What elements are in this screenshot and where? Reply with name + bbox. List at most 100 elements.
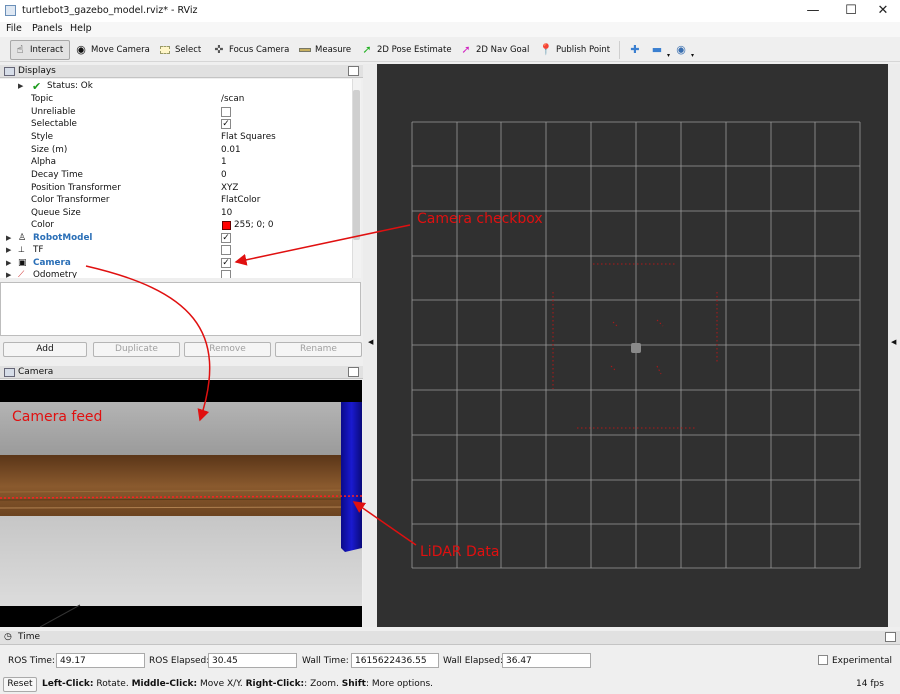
add-button[interactable]: Add: [3, 342, 87, 357]
expand-arrow-icon[interactable]: ▶: [6, 246, 11, 254]
unreliable-checkbox[interactable]: [221, 107, 231, 117]
ros-time-field[interactable]: 49.17: [56, 653, 145, 668]
property-value[interactable]: XYZ: [221, 183, 238, 193]
property-value[interactable]: 0.01: [221, 145, 241, 155]
property-row[interactable]: Decay Time 0: [0, 169, 352, 182]
location-pin-icon: 📍: [539, 43, 553, 56]
remove-button[interactable]: Remove: [184, 342, 271, 357]
experimental-label: Experimental: [832, 656, 893, 666]
pose-estimate-tool[interactable]: ➚ 2D Pose Estimate: [358, 40, 455, 60]
color-swatch[interactable]: [222, 221, 231, 230]
menu-help[interactable]: Help: [70, 23, 92, 34]
view-tool-button[interactable]: ◉ ▾: [672, 40, 697, 60]
property-value[interactable]: 1: [221, 157, 227, 167]
axes-icon: ⊥: [18, 245, 25, 254]
property-row[interactable]: Selectable ✓: [0, 118, 352, 131]
minus-icon: ▬: [651, 43, 663, 56]
add-tool-button[interactable]: ✚: [626, 40, 644, 60]
nav-goal-tool[interactable]: ➚ 2D Nav Goal: [457, 40, 532, 60]
property-value[interactable]: FlatColor: [221, 195, 260, 205]
ros-elapsed-field[interactable]: 30.45: [208, 653, 297, 668]
rename-button[interactable]: Rename: [275, 342, 362, 357]
expand-arrow-icon[interactable]: ▶: [6, 234, 11, 242]
expand-arrow-icon[interactable]: ▶: [18, 82, 23, 90]
odometry-checkbox[interactable]: [221, 270, 231, 278]
property-row[interactable]: Color 255; 0; 0: [0, 219, 352, 232]
property-row[interactable]: Topic/scan: [0, 93, 352, 106]
undock-button[interactable]: [885, 632, 896, 642]
remove-tool-button[interactable]: ▬ ▾: [648, 40, 673, 60]
time-title: Time: [18, 632, 41, 642]
property-value[interactable]: /scan: [221, 94, 244, 104]
property-key: Color Transformer: [31, 195, 110, 205]
menu-file[interactable]: File: [6, 23, 22, 34]
experimental-checkbox[interactable]: [818, 655, 828, 665]
app-icon: [5, 5, 16, 16]
property-value[interactable]: 255; 0; 0: [234, 220, 274, 230]
property-key: Queue Size: [31, 208, 81, 218]
display-item-odometry[interactable]: ▶ ⟋ Odometry: [0, 269, 352, 278]
time-panel: ROS Time: 49.17 ROS Elapsed: 30.45 Wall …: [0, 645, 900, 675]
help-middle-click-desc: Move X/Y.: [197, 679, 246, 689]
focus-camera-label: Focus Camera: [229, 45, 290, 55]
tf-checkbox[interactable]: [221, 245, 231, 255]
property-row[interactable]: Alpha 1: [0, 156, 352, 169]
property-key: Unreliable: [31, 107, 76, 117]
property-key: Style: [31, 132, 54, 142]
toolbar: ☝ Interact ◉ Move Camera Select ✜ Focus …: [0, 37, 900, 62]
display-item-tf[interactable]: ▶ ⊥ TF: [0, 244, 352, 257]
focus-camera-tool[interactable]: ✜ Focus Camera: [210, 40, 292, 60]
displays-panel-header: Displays: [0, 65, 363, 78]
selectable-checkbox[interactable]: ✓: [221, 119, 231, 129]
title-bar: turtlebot3_gazebo_model.rviz* - RViz — ☐…: [0, 0, 900, 22]
property-row[interactable]: Color Transformer FlatColor: [0, 194, 352, 207]
duplicate-button[interactable]: Duplicate: [93, 342, 180, 357]
status-row[interactable]: ▶ ✔ Status: Ok: [0, 80, 352, 93]
property-value[interactable]: 0: [221, 170, 227, 180]
minimize-button[interactable]: —: [794, 0, 832, 22]
collapse-right-icon[interactable]: ◀: [891, 338, 896, 346]
robotmodel-checkbox[interactable]: ✓: [221, 233, 231, 243]
left-splitter[interactable]: ◀: [363, 64, 377, 627]
menu-panels[interactable]: Panels: [32, 23, 63, 34]
property-row[interactable]: Style Flat Squares: [0, 131, 352, 144]
display-item-label: Odometry: [33, 270, 78, 278]
expand-arrow-icon[interactable]: ▶: [6, 259, 11, 267]
property-value[interactable]: 10: [221, 208, 232, 218]
help-left-click: Left-Click:: [42, 679, 94, 689]
select-tool[interactable]: Select: [156, 40, 204, 60]
reset-button[interactable]: Reset: [3, 677, 37, 692]
close-button[interactable]: ✕: [864, 0, 900, 22]
green-arrow-icon: ➚: [362, 43, 372, 56]
pink-arrow-icon: ➚: [461, 43, 471, 56]
publish-point-label: Publish Point: [556, 45, 611, 55]
camera-checkbox[interactable]: ✓: [221, 258, 231, 268]
ruler-icon: [299, 44, 311, 56]
hand-icon: ☝: [16, 43, 24, 56]
wall-elapsed-field[interactable]: 36.47: [502, 653, 591, 668]
undock-button[interactable]: [348, 367, 359, 377]
property-value[interactable]: Flat Squares: [221, 132, 276, 142]
measure-tool[interactable]: Measure: [296, 40, 354, 60]
ros-elapsed-label: ROS Elapsed:: [149, 656, 210, 666]
right-splitter[interactable]: ◀: [888, 64, 900, 627]
property-key: Selectable: [31, 119, 77, 129]
collapse-left-icon[interactable]: ◀: [368, 338, 373, 346]
wall-time-field[interactable]: 1615622436.55: [351, 653, 439, 668]
undock-button[interactable]: [348, 66, 359, 76]
property-key: Position Transformer: [31, 183, 121, 193]
scrollbar-thumb[interactable]: [353, 90, 360, 240]
expand-arrow-icon[interactable]: ▶: [6, 271, 11, 278]
plus-icon: ✚: [630, 43, 640, 56]
interact-tool[interactable]: ☝ Interact: [10, 40, 70, 60]
help-text: Left-Click: Rotate. Middle-Click: Move X…: [42, 679, 433, 689]
wall-time-label: Wall Time:: [302, 656, 349, 666]
publish-point-tool[interactable]: 📍 Publish Point: [537, 40, 613, 60]
help-shift-desc: : More options.: [365, 679, 434, 689]
render-viewport[interactable]: [377, 64, 888, 627]
camera-panel-header: Camera: [0, 366, 363, 379]
interact-label: Interact: [30, 45, 64, 55]
help-right-click: Right-Click:: [245, 679, 305, 689]
grid-view: [411, 121, 861, 569]
move-camera-tool[interactable]: ◉ Move Camera: [72, 40, 153, 60]
